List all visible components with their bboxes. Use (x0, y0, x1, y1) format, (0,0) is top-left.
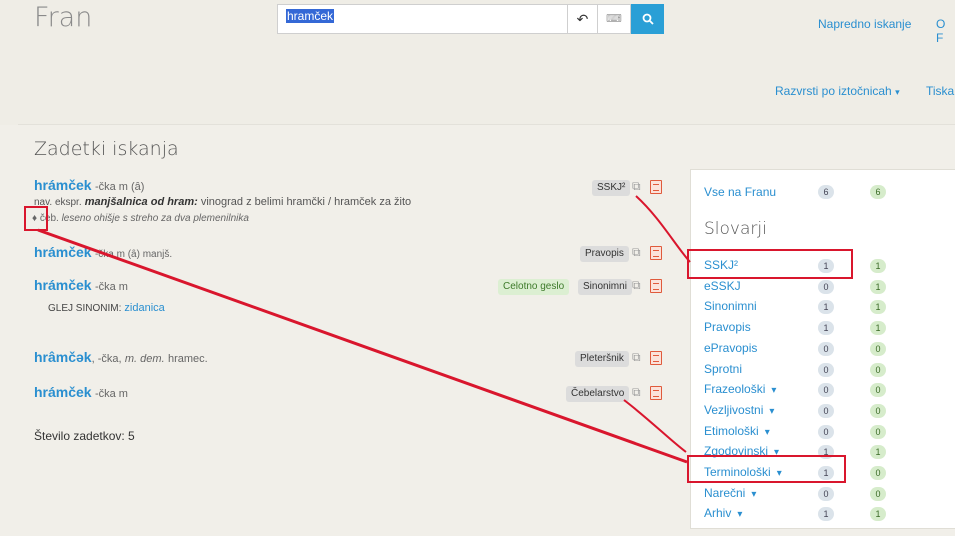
annotation-lines (37, 195, 691, 464)
annotation-line (635, 195, 691, 263)
annotation-line (37, 228, 688, 464)
